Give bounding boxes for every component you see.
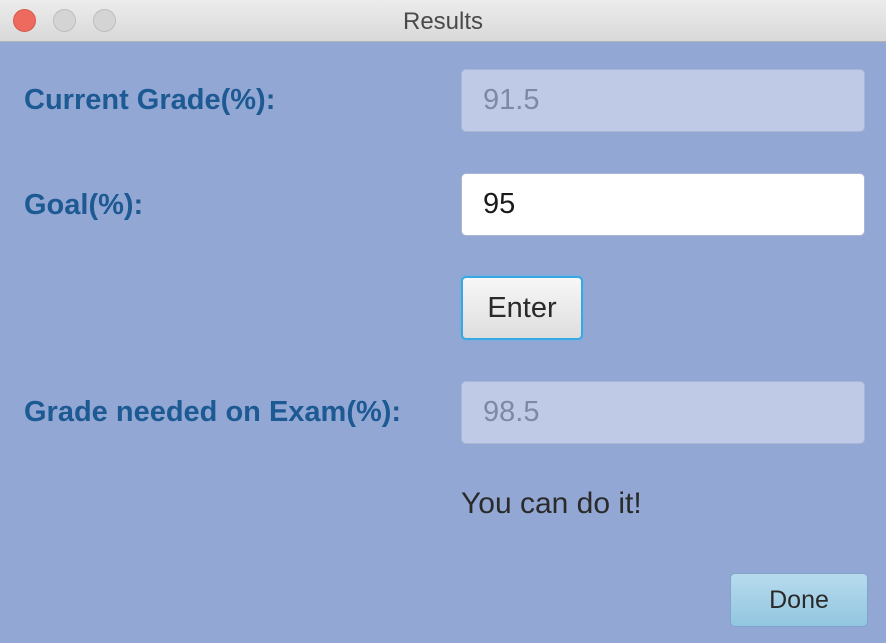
window-title: Results	[402, 8, 484, 35]
exam-grade-label: Grade needed on Exam(%):	[24, 396, 402, 428]
current-grade-label: Current Grade(%):	[24, 84, 276, 116]
goal-input[interactable]	[461, 173, 865, 236]
title-bar[interactable]: Results	[0, 0, 886, 42]
enter-button[interactable]: Enter	[461, 276, 583, 340]
current-grade-field	[461, 69, 865, 132]
goal-label: Goal(%):	[24, 189, 144, 221]
encouragement-message: You can do it!	[461, 487, 642, 520]
results-window: Results Current Grade(%): Goal(%): Enter…	[0, 0, 886, 643]
exam-grade-field	[461, 381, 865, 444]
done-button[interactable]: Done	[730, 573, 868, 627]
